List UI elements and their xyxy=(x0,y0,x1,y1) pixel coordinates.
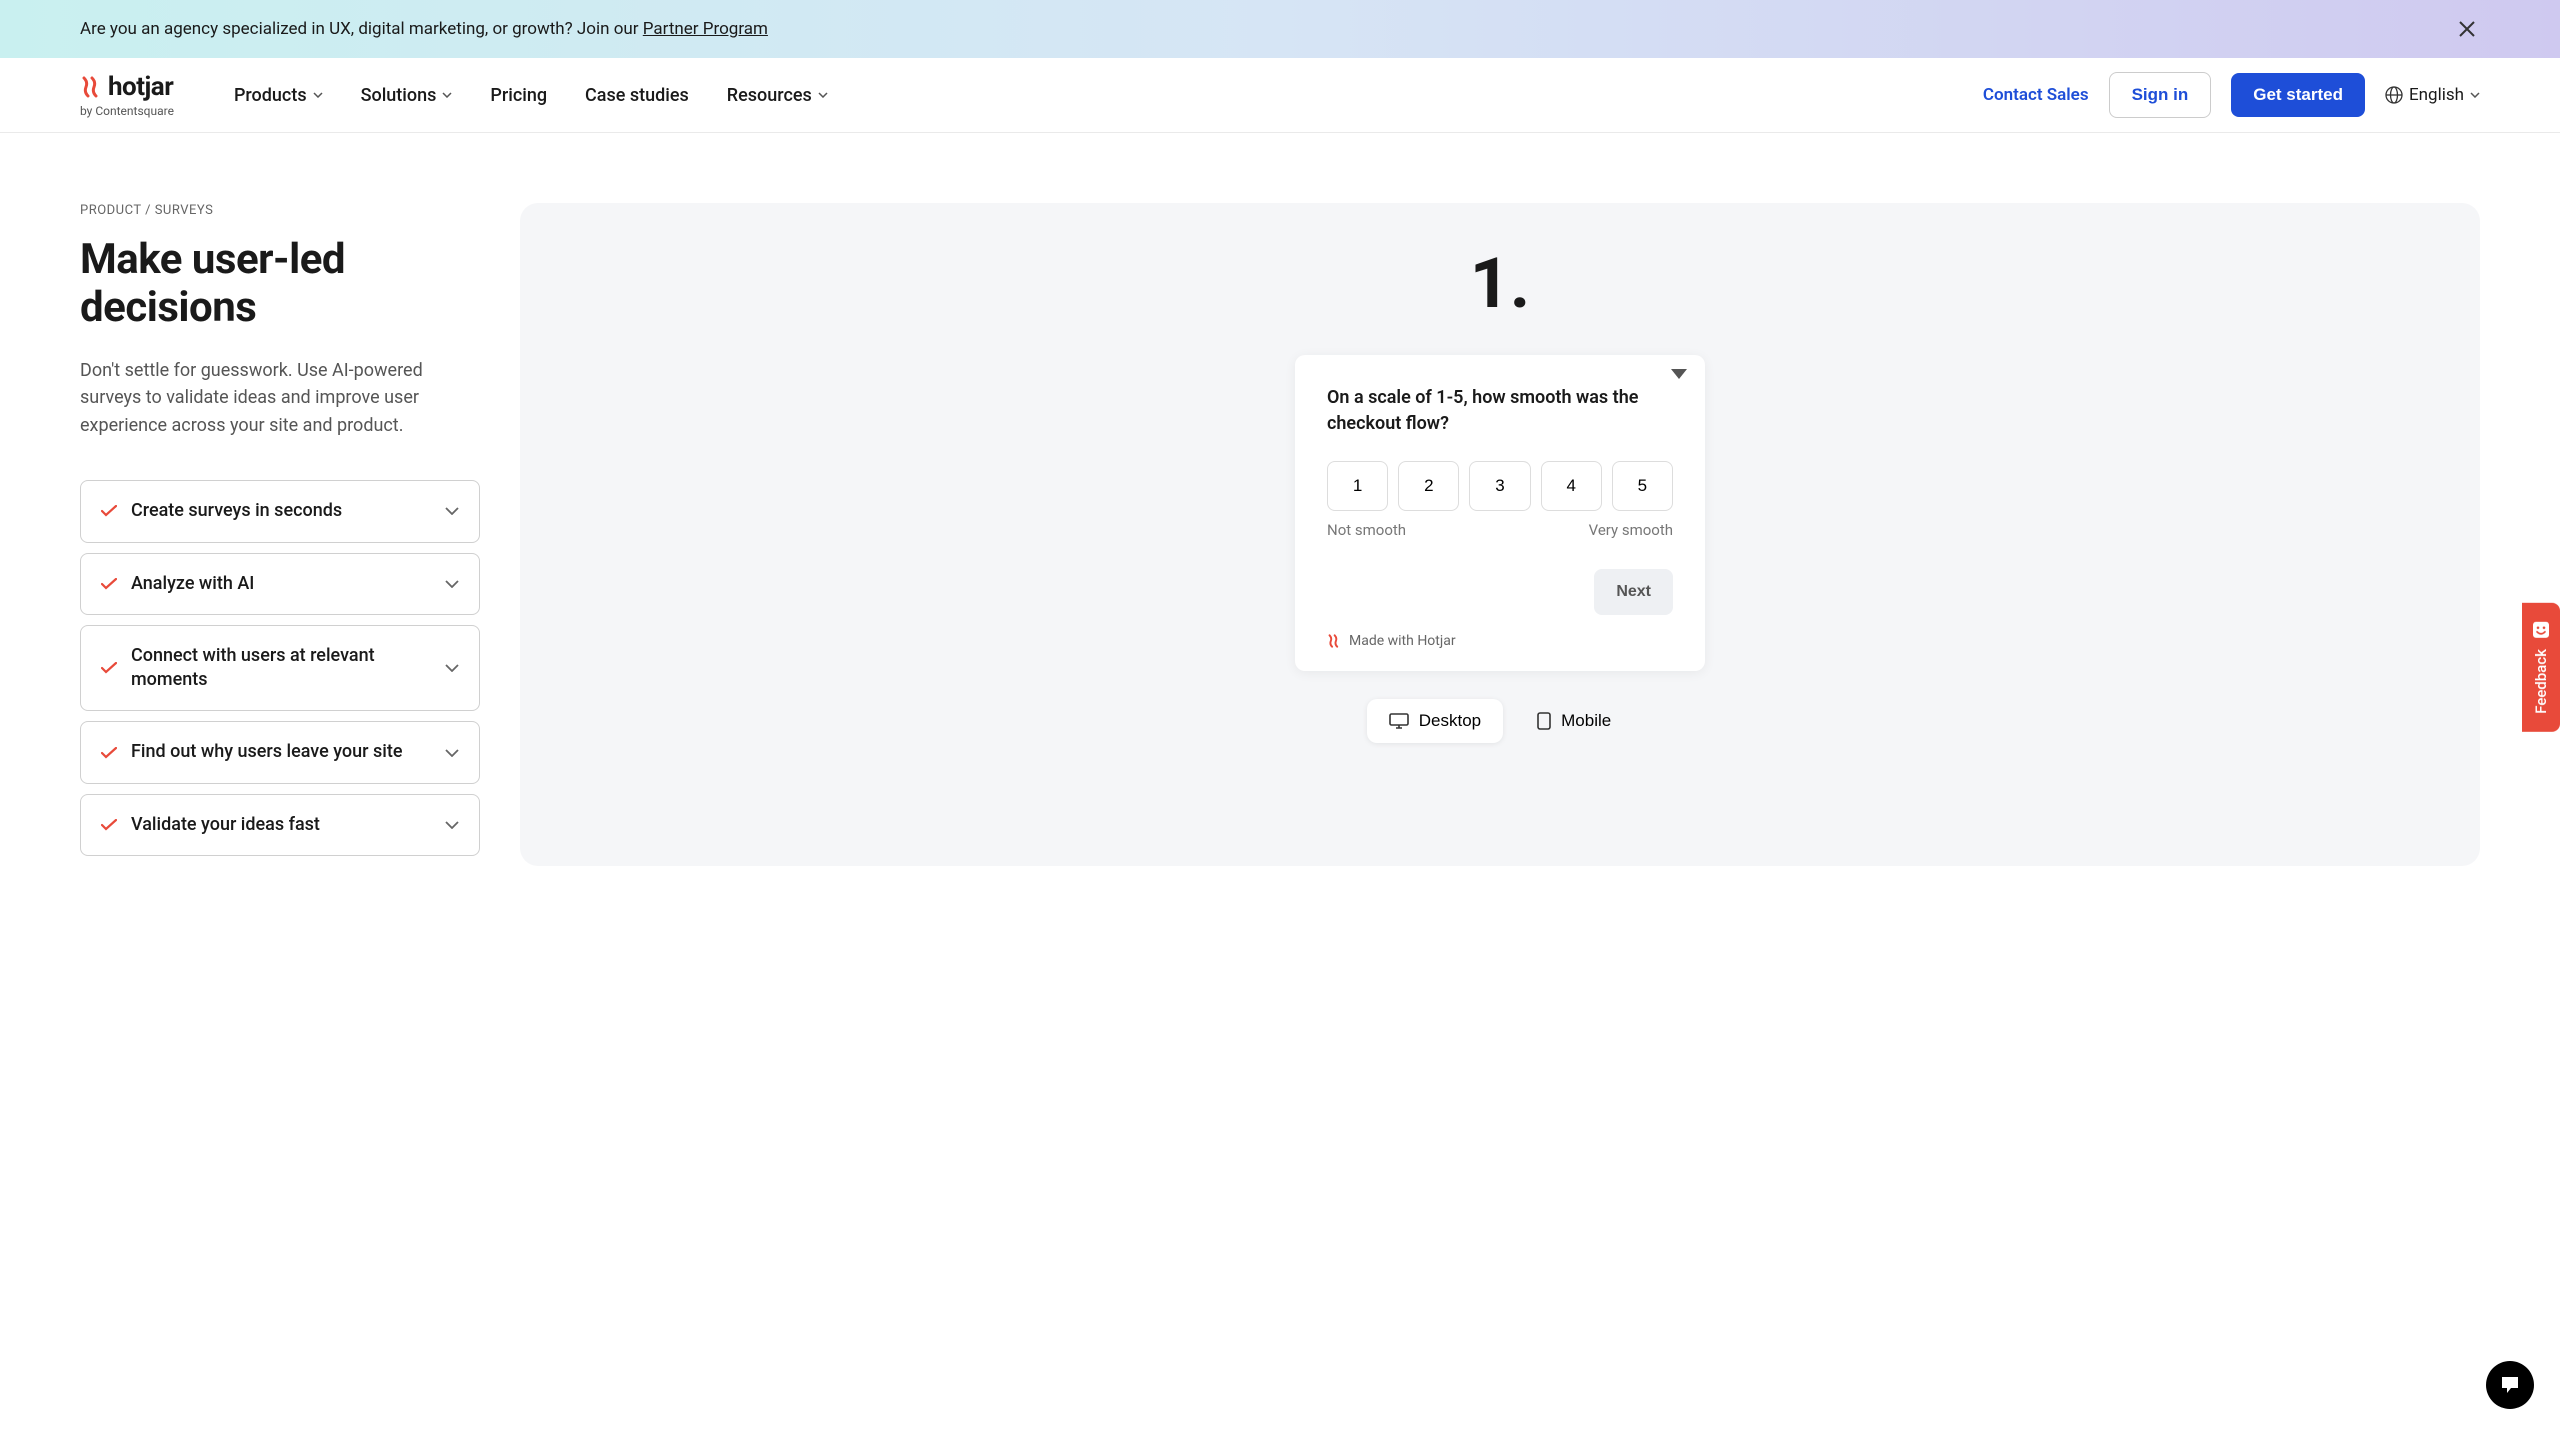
collapse-caret-icon[interactable] xyxy=(1671,369,1687,379)
main-content: PRODUCT / SURVEYS Make user-led decision… xyxy=(0,133,2560,906)
rating-2[interactable]: 2 xyxy=(1398,461,1459,511)
rating-high-label: Very smooth xyxy=(1589,521,1673,539)
breadcrumb: PRODUCT / SURVEYS xyxy=(80,203,480,218)
nav-pricing[interactable]: Pricing xyxy=(490,85,547,106)
rating-1[interactable]: 1 xyxy=(1327,461,1388,511)
logo-byline: by Contentsquare xyxy=(80,104,174,118)
chevron-down-icon xyxy=(442,92,452,98)
made-with-hotjar[interactable]: Made with Hotjar xyxy=(1327,633,1673,649)
nav-solutions[interactable]: Solutions xyxy=(361,85,453,106)
preview-panel: 1. On a scale of 1-5, how smooth was the… xyxy=(520,203,2480,866)
rating-3[interactable]: 3 xyxy=(1469,461,1530,511)
check-icon xyxy=(101,662,117,674)
logo-text: hotjar xyxy=(108,72,173,102)
rating-row: 1 2 3 4 5 xyxy=(1327,461,1673,511)
desktop-icon xyxy=(1389,713,1409,729)
contact-sales-link[interactable]: Contact Sales xyxy=(1983,85,2089,105)
accordion-label: Find out why users leave your site xyxy=(131,740,431,764)
device-label: Desktop xyxy=(1419,711,1481,731)
partner-link[interactable]: Partner Program xyxy=(643,19,768,39)
nav-label: Resources xyxy=(727,85,812,106)
globe-icon xyxy=(2385,86,2403,104)
left-column: PRODUCT / SURVEYS Make user-led decision… xyxy=(80,203,480,866)
nav-right: Contact Sales Sign in Get started Englis… xyxy=(1983,72,2480,118)
logo[interactable]: hotjar by Contentsquare xyxy=(80,72,174,118)
next-button[interactable]: Next xyxy=(1594,569,1673,615)
accordion-validate-ideas[interactable]: Validate your ideas fast xyxy=(80,794,480,856)
rating-4[interactable]: 4 xyxy=(1541,461,1602,511)
nav-label: Solutions xyxy=(361,85,437,106)
nav-resources[interactable]: Resources xyxy=(727,85,828,106)
nav-label: Case studies xyxy=(585,85,689,106)
made-with-label: Made with Hotjar xyxy=(1349,633,1456,649)
feedback-tab[interactable]: Feedback xyxy=(2522,603,2560,732)
chevron-down-icon xyxy=(445,821,459,829)
chevron-down-icon xyxy=(2470,92,2480,98)
check-icon xyxy=(101,819,117,831)
announcement-bar: Are you an agency specialized in UX, dig… xyxy=(0,0,2560,58)
mobile-icon xyxy=(1537,712,1551,730)
chat-bubble[interactable] xyxy=(2486,1361,2534,1409)
accordion-connect-users[interactable]: Connect with users at relevant moments xyxy=(80,625,480,712)
nav-case-studies[interactable]: Case studies xyxy=(585,85,689,106)
get-started-button[interactable]: Get started xyxy=(2231,73,2365,117)
accordion-create-surveys[interactable]: Create surveys in seconds xyxy=(80,480,480,542)
step-number: 1. xyxy=(1470,243,1530,325)
check-icon xyxy=(101,747,117,759)
chevron-down-icon xyxy=(445,749,459,757)
close-icon[interactable] xyxy=(2454,16,2480,42)
chevron-down-icon xyxy=(445,580,459,588)
accordion-label: Connect with users at relevant moments xyxy=(131,644,431,693)
check-icon xyxy=(101,505,117,517)
chat-icon xyxy=(2499,1374,2521,1396)
chevron-down-icon xyxy=(445,507,459,515)
page-title: Make user-led decisions xyxy=(80,236,480,333)
device-toggle: Desktop Mobile xyxy=(1367,699,1633,743)
nav-label: Products xyxy=(234,85,307,106)
accordion-analyze-ai[interactable]: Analyze with AI xyxy=(80,553,480,615)
device-label: Mobile xyxy=(1561,711,1611,731)
language-selector[interactable]: English xyxy=(2385,85,2480,105)
device-desktop[interactable]: Desktop xyxy=(1367,699,1503,743)
check-icon xyxy=(101,578,117,590)
survey-card: On a scale of 1-5, how smooth was the ch… xyxy=(1295,355,1705,671)
chevron-down-icon xyxy=(445,664,459,672)
accordion-label: Validate your ideas fast xyxy=(131,813,431,837)
announcement-text: Are you an agency specialized in UX, dig… xyxy=(80,19,768,39)
chevron-down-icon xyxy=(313,92,323,98)
page-description: Don't settle for guesswork. Use AI-power… xyxy=(80,357,460,441)
announcement-prefix: Are you an agency specialized in UX, dig… xyxy=(80,19,643,39)
hotjar-flame-icon xyxy=(80,76,102,98)
survey-question: On a scale of 1-5, how smooth was the ch… xyxy=(1327,385,1673,437)
hotjar-flame-icon xyxy=(1327,634,1341,648)
rating-5[interactable]: 5 xyxy=(1612,461,1673,511)
main-header: hotjar by Contentsquare Products Solutio… xyxy=(0,58,2560,133)
sign-in-button[interactable]: Sign in xyxy=(2109,72,2212,118)
accordion-label: Create surveys in seconds xyxy=(131,499,431,523)
nav-products[interactable]: Products xyxy=(234,85,323,106)
chevron-down-icon xyxy=(818,92,828,98)
primary-nav: Products Solutions Pricing Case studies … xyxy=(234,85,1983,106)
accordion-label: Analyze with AI xyxy=(131,572,431,596)
smiley-icon xyxy=(2532,621,2550,639)
nav-label: Pricing xyxy=(490,85,547,106)
device-mobile[interactable]: Mobile xyxy=(1515,699,1633,743)
feedback-label: Feedback xyxy=(2532,649,2550,714)
rating-labels: Not smooth Very smooth xyxy=(1327,521,1673,539)
accordion-find-out-why[interactable]: Find out why users leave your site xyxy=(80,721,480,783)
lang-label: English xyxy=(2409,85,2464,105)
rating-low-label: Not smooth xyxy=(1327,521,1406,539)
